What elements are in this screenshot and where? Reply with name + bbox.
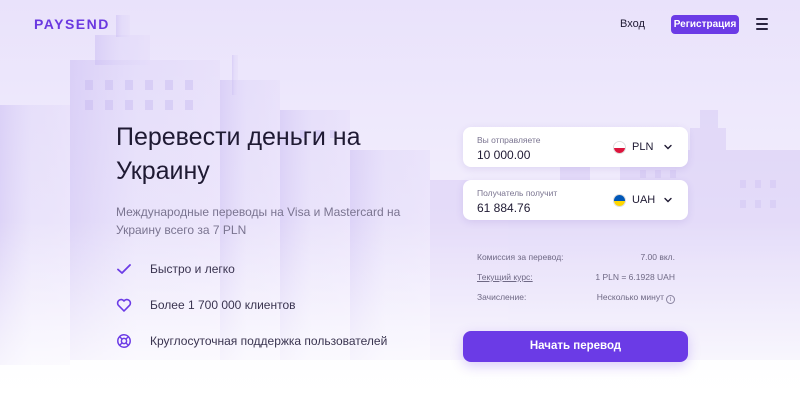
credit-time-value: Несколько минут — [596, 292, 664, 302]
feature-text: Круглосуточная поддержка пользователей — [150, 334, 388, 348]
send-amount-field[interactable]: Вы отправляете 10 000.00 PLN — [463, 127, 688, 167]
credit-time-label: Зачисление: — [477, 292, 527, 302]
credit-time-row: Зачисление: Несколько минут i — [477, 292, 675, 306]
support-icon — [117, 334, 131, 348]
check-icon — [117, 264, 131, 274]
fee-value: 7.00 вкл. — [640, 252, 675, 262]
credit-time-value-wrap: Несколько минут i — [597, 292, 675, 304]
feature-text: Более 1 700 000 клиентов — [150, 298, 296, 312]
heart-icon — [116, 298, 132, 312]
paysend-logo[interactable]: PAYSEND — [34, 16, 110, 32]
send-currency-code: PLN — [632, 141, 654, 153]
register-button[interactable]: Регистрация — [671, 15, 739, 34]
login-link[interactable]: Вход — [620, 18, 645, 30]
fee-row: Комиссия за перевод: 7.00 вкл. — [477, 252, 675, 266]
hamburger-menu-icon[interactable] — [756, 18, 768, 30]
rate-label[interactable]: Текущий курс: — [477, 272, 533, 282]
chevron-down-icon — [664, 197, 672, 203]
rate-value: 1 PLN = 6.1928 UAH — [595, 272, 675, 282]
receive-amount-label: Получатель получит — [477, 188, 558, 198]
send-amount-input[interactable]: 10 000.00 — [477, 148, 530, 162]
top-header: PAYSEND Вход Регистрация — [0, 0, 800, 50]
ukraine-flag-icon — [613, 194, 626, 207]
chevron-down-icon — [664, 144, 672, 150]
fee-label: Комиссия за перевод: — [477, 252, 564, 262]
receive-currency-code: UAH — [632, 194, 656, 206]
rate-row: Текущий курс: 1 PLN = 6.1928 UAH — [477, 272, 675, 286]
start-transfer-button[interactable]: Начать перевод — [463, 331, 688, 362]
receive-amount-field[interactable]: Получатель получит 61 884.76 UAH — [463, 180, 688, 220]
page-subtitle: Международные переводы на Visa и Masterc… — [116, 205, 401, 237]
send-amount-label: Вы отправляете — [477, 135, 541, 145]
page-title: Перевести деньги на Украину — [116, 123, 361, 185]
feature-text: Быстро и легко — [150, 262, 235, 276]
receive-amount-input[interactable]: 61 884.76 — [477, 201, 530, 215]
poland-flag-icon — [613, 141, 626, 154]
info-icon[interactable]: i — [666, 295, 675, 304]
